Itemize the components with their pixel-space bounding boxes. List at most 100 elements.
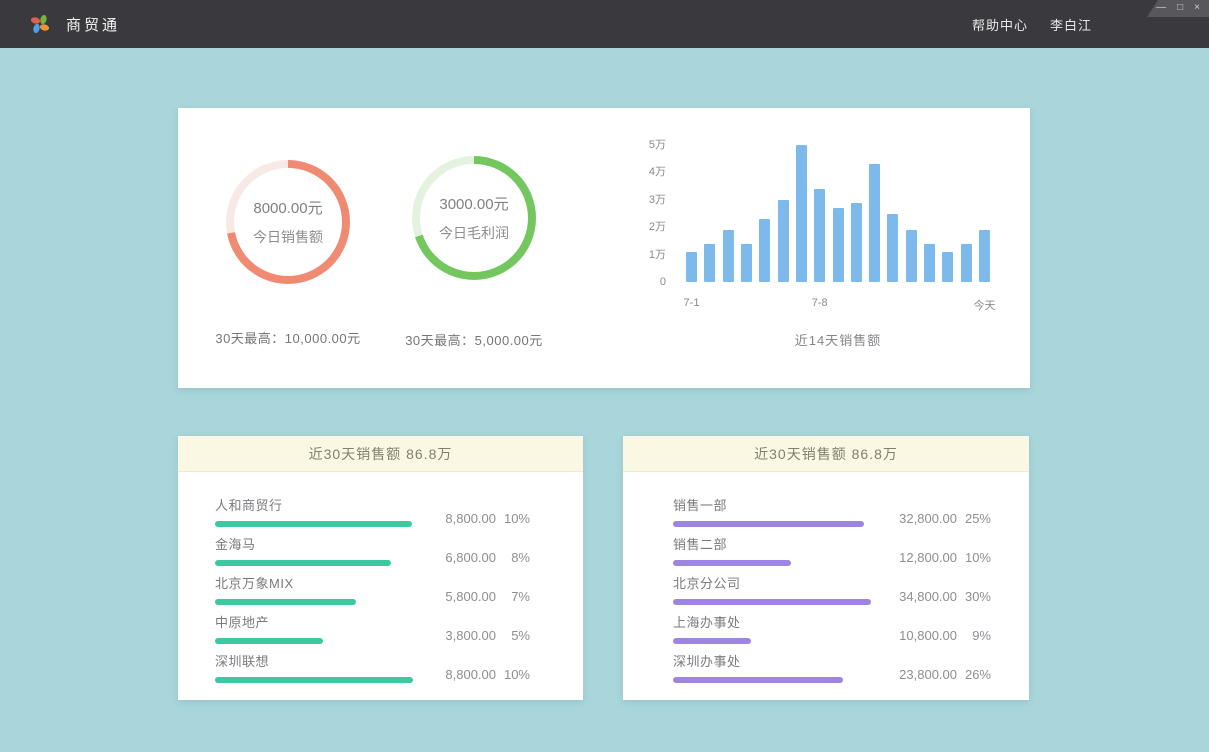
rank-row-percent: 10% [496, 511, 530, 526]
rank-row-bar [673, 599, 871, 605]
today-sales-donut-chart: 8000.00元 今日销售额 [226, 160, 350, 284]
rank-row: 北京分公司34,800.0030% [673, 566, 991, 605]
topbar-nav: 帮助中心 李白江 [972, 0, 1092, 48]
rank-row-amount: 12,800.00 [893, 550, 957, 565]
today-sales-widget: 8000.00元 今日销售额 30天最高：10,000.00元 [188, 160, 388, 347]
rank-row: 北京万象MIX 5,800.007% [215, 566, 530, 605]
y-tick-label: 1万 [649, 249, 666, 261]
y-tick-label: 5万 [649, 139, 666, 151]
today-sales-caption: 今日销售额 [253, 227, 323, 247]
sales-14day-bar-chart: 5万4万3万2万1万0 7-17-8今天 近14天销售额 [640, 130, 1000, 360]
user-name-link[interactable]: 李白江 [1050, 15, 1092, 34]
x-tick-label: 7-8 [812, 297, 828, 309]
rank-row-label: 深圳办事处 [673, 651, 843, 670]
rank-row-main: 北京万象MIX [215, 573, 356, 605]
rank-row: 金海马 6,800.008% [215, 527, 530, 566]
rank-row-label: 上海办事处 [673, 612, 751, 631]
rank-row-label: 金海马 [215, 534, 391, 553]
department-sales-rank-card: 近30天销售额 86.8万 销售一部32,800.0025%销售二部12,800… [623, 436, 1029, 700]
y-tick-label: 3万 [649, 194, 666, 206]
rank-row-values: 8,800.0010% [432, 511, 530, 527]
rank-row-label: 深圳联想 [215, 651, 413, 670]
rank-card-title: 近30天销售额 86.8万 [623, 436, 1029, 472]
rank-row-values: 23,800.0026% [893, 667, 991, 683]
rank-rows: 销售一部32,800.0025%销售二部12,800.0010%北京分公司34,… [623, 472, 1029, 683]
today-profit-caption: 今日毛利润 [439, 223, 509, 243]
rank-row-percent: 7% [496, 589, 530, 604]
today-profit-value: 3000.00元 [439, 193, 508, 214]
bar [778, 200, 789, 282]
rank-row-main: 北京分公司 [673, 573, 871, 605]
rank-row-label: 中原地产 [215, 612, 323, 631]
maximize-icon[interactable]: □ [1177, 3, 1183, 13]
rank-row-amount: 8,800.00 [432, 667, 496, 682]
donut-center: 3000.00元 今日毛利润 [420, 164, 528, 272]
rank-row-label: 北京分公司 [673, 573, 871, 592]
bar [906, 230, 917, 282]
titlebar: 商贸通 帮助中心李白江 —□× [0, 0, 1209, 48]
today-profit-donut-chart: 3000.00元 今日毛利润 [412, 156, 536, 280]
bar [741, 244, 752, 282]
rank-row-percent: 10% [957, 550, 991, 565]
rank-row-percent: 5% [496, 628, 530, 643]
bar [796, 145, 807, 282]
bar [723, 230, 734, 282]
y-tick-label: 2万 [649, 221, 666, 233]
rank-row-percent: 10% [496, 667, 530, 682]
today-sales-value: 8000.00元 [253, 197, 322, 218]
bar [833, 208, 844, 282]
rank-row-bar [673, 677, 843, 683]
donut-center: 8000.00元 今日销售额 [234, 168, 342, 276]
help-center-link[interactable]: 帮助中心 [972, 15, 1028, 34]
customer-sales-rank-card: 近30天销售额 86.8万 人和商贸行8,800.0010%金海马6,800.0… [178, 436, 583, 700]
sales-30day-max-label: 30天最高：10,000.00元 [188, 328, 388, 347]
rank-row-bar [215, 521, 412, 527]
rank-row-values: 3,800.005% [432, 628, 530, 644]
bar [979, 230, 990, 282]
bar [686, 252, 697, 282]
rank-row-amount: 3,800.00 [432, 628, 496, 643]
brand-logo-icon [28, 12, 52, 36]
bar [942, 252, 953, 282]
rank-row-label: 人和商贸行 [215, 495, 412, 514]
bar-chart-y-axis: 5万4万3万2万1万0 [640, 139, 666, 288]
window-controls: — □ × [1147, 0, 1209, 17]
rank-row-main: 人和商贸行 [215, 495, 412, 527]
rank-row-main: 深圳联想 [215, 651, 413, 683]
rank-row-amount: 34,800.00 [893, 589, 957, 604]
y-tick-label: 0 [660, 276, 666, 288]
rank-row-main: 中原地产 [215, 612, 323, 644]
rank-row-bar [673, 638, 751, 644]
minimize-icon[interactable]: — [1156, 3, 1166, 13]
today-profit-widget: 3000.00元 今日毛利润 30天最高：5,000.00元 [374, 156, 574, 349]
rank-row-values: 6,800.008% [432, 550, 530, 566]
rank-row-bar [673, 560, 791, 566]
rank-row-amount: 10,800.00 [893, 628, 957, 643]
rank-row-bar [673, 521, 864, 527]
rank-row-bar [215, 560, 391, 566]
bar [814, 189, 825, 282]
rank-row-amount: 23,800.00 [893, 667, 957, 682]
rank-row-percent: 26% [957, 667, 991, 682]
rank-row-label: 销售一部 [673, 495, 864, 514]
rank-row-amount: 32,800.00 [893, 511, 957, 526]
rank-row: 人和商贸行 8,800.0010% [215, 488, 530, 527]
rank-row-label: 北京万象MIX [215, 573, 356, 592]
rank-row: 中原地产 3,800.005% [215, 605, 530, 644]
rank-row-values: 5,800.007% [432, 589, 530, 605]
bar [961, 244, 972, 282]
bar [851, 203, 862, 283]
bar-chart-plot [686, 145, 990, 282]
rank-rows: 人和商贸行8,800.0010%金海马6,800.008%北京万象MIX5,80… [178, 472, 583, 683]
rank-card-title: 近30天销售额 86.8万 [178, 436, 583, 472]
rank-row: 销售一部 32,800.0025% [673, 488, 991, 527]
rank-row-values: 12,800.0010% [893, 550, 991, 566]
bar [704, 244, 715, 282]
bar-chart-title: 近14天销售额 [686, 330, 990, 349]
bar-chart-x-axis: 7-17-8今天 [686, 297, 990, 311]
rank-row-main: 销售一部 [673, 495, 864, 527]
rank-row-amount: 8,800.00 [432, 511, 496, 526]
profit-30day-max-label: 30天最高：5,000.00元 [374, 330, 574, 349]
close-icon[interactable]: × [1194, 3, 1200, 13]
rank-row-percent: 25% [957, 511, 991, 526]
